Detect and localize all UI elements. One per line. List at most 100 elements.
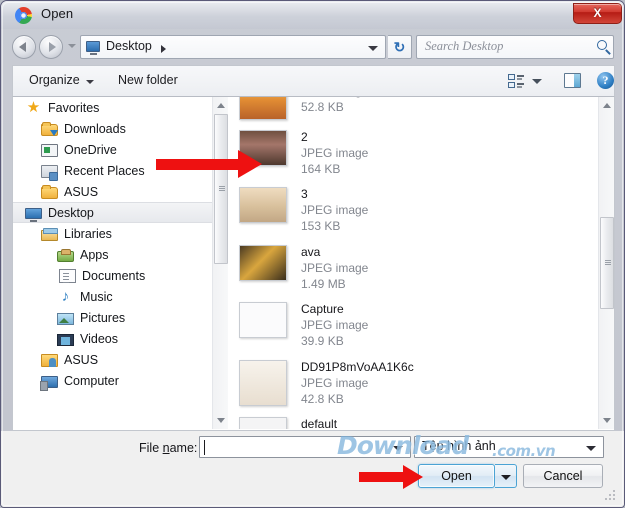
file-size: 39.9 KB (301, 334, 344, 349)
sidebar-item-desktop[interactable]: Desktop (13, 202, 212, 223)
file-metadata: default (301, 417, 337, 429)
file-metadata: 3 JPEG image 153 KB (301, 187, 368, 234)
forward-arrow-icon (49, 42, 56, 52)
file-thumbnail (239, 302, 287, 339)
file-name-label-post: ame: (169, 441, 198, 455)
file-list-item[interactable]: 3 JPEG image 153 KB (229, 182, 598, 239)
downloads-icon (41, 121, 58, 136)
sidebar-item-videos[interactable]: Videos (13, 328, 212, 349)
nav-scroll-thumb[interactable] (214, 114, 228, 264)
file-scroll-thumb[interactable] (600, 217, 614, 309)
open-split-dropdown-button[interactable] (495, 464, 517, 488)
file-metadata: ava JPEG image 1.49 MB (301, 245, 368, 292)
sidebar-item-label: Desktop (48, 205, 94, 220)
scroll-up-arrow-icon[interactable] (599, 97, 614, 113)
open-button[interactable]: Open (418, 464, 495, 488)
scroll-grip-icon (219, 186, 225, 187)
preview-pane-icon[interactable] (564, 73, 581, 88)
file-metadata: 2 JPEG image 164 KB (301, 130, 368, 177)
scroll-up-arrow-icon[interactable] (213, 97, 229, 113)
file-name: ava (301, 244, 321, 259)
chevron-right-icon[interactable] (161, 45, 166, 53)
refresh-button[interactable]: ↻ (388, 35, 412, 59)
documents-icon (59, 269, 76, 283)
view-list-icon[interactable] (508, 74, 524, 89)
sidebar-item-label: Libraries (64, 226, 112, 241)
sidebar-item-computer[interactable]: Computer (13, 370, 212, 391)
sidebar-item-downloads[interactable]: Downloads (13, 118, 212, 139)
file-list-item[interactable]: JPEG image52.8 KB (229, 97, 598, 125)
star-icon: ★ (26, 99, 41, 116)
address-dropdown-icon[interactable] (368, 46, 378, 51)
magnifier-icon (597, 40, 607, 50)
filter-dropdown-icon[interactable] (586, 446, 596, 451)
computer-icon (40, 375, 58, 391)
sidebar-item-label: Music (80, 289, 113, 304)
file-list-item[interactable]: ava JPEG image 1.49 MB (229, 240, 598, 297)
scroll-down-arrow-icon[interactable] (599, 413, 614, 429)
file-size: 52.8 KB (301, 99, 344, 114)
search-input[interactable]: Search Desktop (425, 39, 503, 54)
file-list-scrollbar[interactable] (598, 97, 614, 429)
file-size: 164 KB (301, 161, 341, 176)
sidebar-item-label: ASUS (64, 352, 99, 367)
file-list-item[interactable]: DD91P8mVoAA1K6c JPEG image 42.8 KB (229, 355, 598, 412)
sidebar-item-music[interactable]: ♪ Music (13, 286, 212, 307)
file-name: Capture (301, 302, 344, 317)
sidebar-item-apps[interactable]: Apps (13, 244, 212, 265)
file-size: 153 KB (301, 219, 341, 234)
new-folder-button[interactable]: New folder (118, 73, 178, 87)
music-icon: ♪ (61, 288, 70, 305)
forward-button[interactable] (39, 35, 63, 59)
pictures-icon (57, 312, 74, 325)
sidebar-item-label: Documents (82, 268, 146, 283)
file-list-item[interactable]: 2 JPEG image 164 KB (229, 125, 598, 182)
file-type: JPEG image (301, 318, 369, 333)
sidebar-item-documents[interactable]: Documents (13, 265, 212, 286)
file-thumbnail (239, 97, 287, 120)
scroll-grip-icon (605, 260, 611, 261)
search-box[interactable]: Search Desktop (416, 35, 614, 59)
file-name: DD91P8mVoAA1K6c (301, 359, 414, 374)
file-name-label-pre: File (139, 441, 163, 455)
sidebar-item-asus[interactable]: ASUS (13, 349, 212, 370)
file-thumbnail (239, 417, 287, 429)
file-type: JPEG image (301, 145, 369, 160)
file-name-input[interactable] (199, 436, 411, 458)
sidebar-item-favorites[interactable]: ★ Favorites (13, 97, 212, 118)
file-list-item[interactable]: default (229, 412, 598, 429)
sidebar-item-label: OneDrive (64, 142, 117, 157)
window-title: Open (41, 6, 74, 21)
file-name: default (301, 417, 338, 429)
nav-pane-scrollbar[interactable] (212, 97, 228, 429)
sidebar-item-libraries[interactable]: Libraries (13, 223, 212, 244)
desktop-monitor-icon (86, 41, 100, 55)
file-thumbnail (239, 187, 287, 224)
breadcrumb-desktop[interactable]: Desktop (106, 39, 152, 53)
text-caret (204, 440, 205, 455)
close-button[interactable]: X (573, 3, 622, 24)
cancel-button[interactable]: Cancel (523, 464, 603, 488)
view-mode-caret-icon[interactable] (532, 79, 542, 84)
dialog-content: ★ Favorites Downloads OneDrive Recent Places… (12, 97, 615, 431)
caret-down-icon[interactable] (86, 80, 94, 84)
file-type-filter-select[interactable]: Tệp hình ảnh (414, 436, 604, 458)
resize-grip-icon[interactable] (605, 490, 616, 501)
help-icon[interactable]: ? (597, 72, 614, 89)
libraries-icon (41, 227, 58, 241)
navigation-pane: ★ Favorites Downloads OneDrive Recent Places… (13, 97, 212, 429)
file-type: JPEG image (301, 203, 369, 218)
chrome-logo-icon (15, 7, 32, 24)
title-bar: Open X (1, 1, 624, 29)
scroll-down-arrow-icon[interactable] (213, 413, 229, 429)
back-button[interactable] (12, 35, 36, 59)
file-list-pane: JPEG image52.8 KB2JPEG image164 KB3JPEG … (229, 97, 598, 429)
file-name: 3 (301, 187, 308, 202)
organize-button[interactable]: Organize (29, 73, 80, 87)
address-bar[interactable]: Desktop (80, 35, 386, 59)
recent-locations-dropdown[interactable] (68, 44, 76, 48)
sidebar-item-asus[interactable]: ASUS (13, 181, 212, 202)
file-list-item[interactable]: Capture JPEG image 39.9 KB (229, 297, 598, 354)
file-name-dropdown-icon[interactable] (393, 446, 403, 451)
sidebar-item-pictures[interactable]: Pictures (13, 307, 212, 328)
